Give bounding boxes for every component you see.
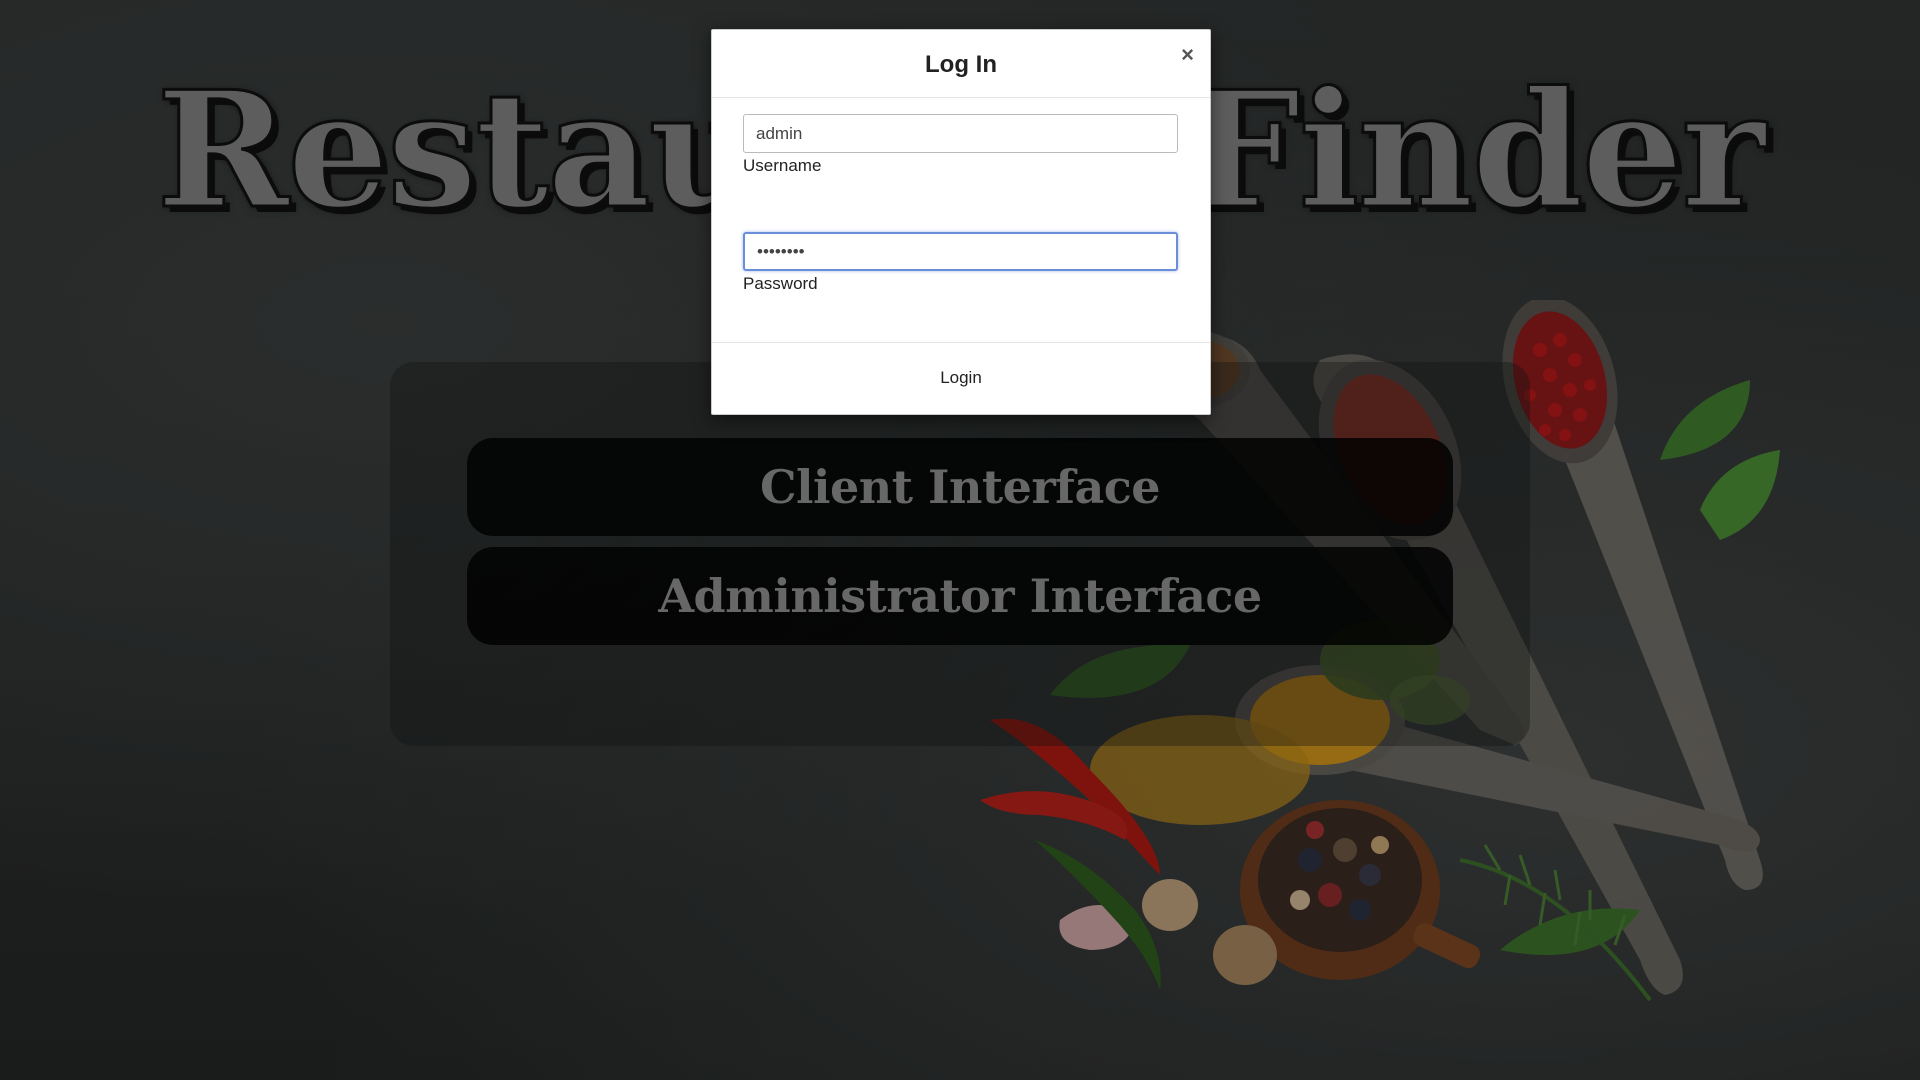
- modal-footer: Login: [712, 343, 1210, 413]
- password-input[interactable]: [743, 232, 1178, 271]
- modal-body: Username Password: [712, 98, 1210, 343]
- password-group: Password: [743, 232, 1178, 294]
- password-label: Password: [743, 274, 818, 293]
- username-input[interactable]: [743, 114, 1178, 153]
- modal-title: Log In: [925, 50, 997, 78]
- login-modal: Log In × Username Password Login: [711, 29, 1211, 415]
- username-group: Username: [743, 114, 1178, 176]
- login-button[interactable]: Login: [926, 362, 996, 394]
- modal-header: Log In ×: [712, 30, 1210, 98]
- close-icon[interactable]: ×: [1181, 44, 1194, 66]
- username-label: Username: [743, 156, 822, 175]
